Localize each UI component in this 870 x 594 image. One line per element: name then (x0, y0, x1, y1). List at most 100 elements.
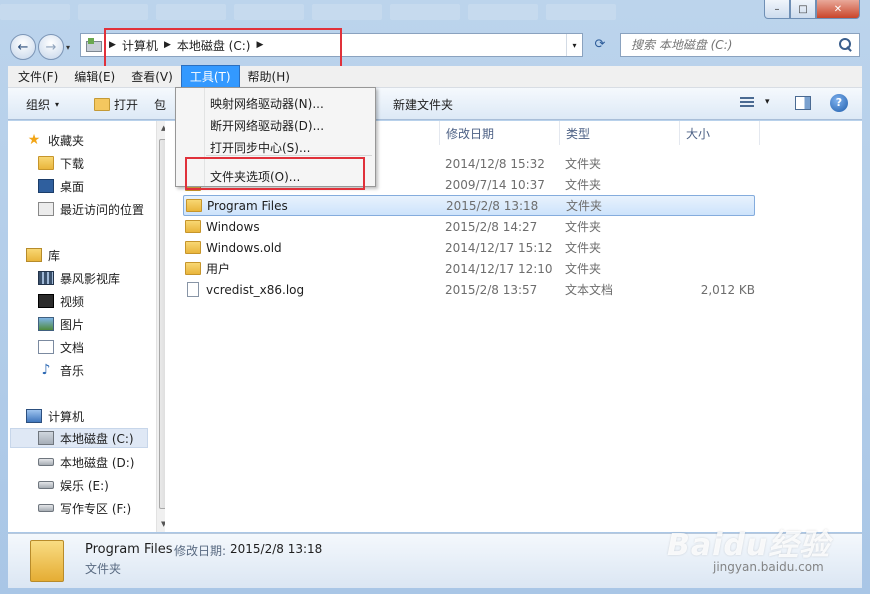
menu-help[interactable]: 帮助(H) (240, 66, 298, 87)
search-input[interactable] (631, 38, 831, 52)
file-type: 文件夹 (566, 199, 603, 213)
navigation-bar: ← → ▾ ▶ 计算机 ▶ 本地磁盘 (C:) ▶ ▾ ⟳ (0, 28, 870, 64)
command-bar: 组织 ▾ 打开 包 新建文件夹 ▾ ? (8, 88, 862, 120)
details-name: Program Files (85, 542, 173, 557)
library-icon (26, 248, 42, 262)
sidebar-favorites[interactable]: ★ 收藏夹 (26, 130, 166, 150)
breadcrumb-computer[interactable]: 计算机 (122, 37, 158, 54)
text-file-icon (187, 282, 199, 297)
folder-icon (30, 540, 64, 582)
include-in-library-button[interactable]: 包 (154, 96, 166, 113)
sidebar-label: 娱乐 (E:) (60, 478, 109, 493)
sidebar-label: 计算机 (48, 409, 85, 424)
file-date: 2015/2/8 13:57 (445, 282, 538, 297)
recent-pages-dropdown[interactable]: ▾ (66, 43, 70, 52)
file-row[interactable]: 用户 2014/12/17 12:10 文件夹 (183, 258, 755, 279)
minimize-button[interactable]: – (764, 0, 790, 19)
new-folder-label: 新建文件夹 (393, 98, 454, 112)
film-icon (38, 294, 54, 308)
chevron-down-icon[interactable]: ▾ (765, 97, 770, 107)
preview-pane-icon[interactable] (795, 96, 811, 110)
close-button[interactable]: ✕ (816, 0, 860, 19)
file-date: 2014/12/8 15:32 (445, 156, 545, 171)
file-size: 2,012 KB (700, 282, 755, 297)
folder-icon (185, 262, 201, 275)
organize-button[interactable]: 组织 ▾ (26, 96, 59, 113)
help-icon[interactable]: ? (830, 94, 848, 112)
file-row-program-files[interactable]: Program Files 2015/2/8 13:18 文件夹 (183, 195, 755, 216)
menu-tools[interactable]: 工具(T) (180, 65, 240, 88)
file-date: 2014/12/17 15:12 (445, 240, 553, 255)
include-label: 包 (154, 98, 167, 112)
system-drive-icon (38, 431, 54, 445)
sidebar-label: 最近访问的位置 (60, 202, 145, 217)
hard-drive-icon (38, 481, 54, 489)
file-type: 文件夹 (565, 220, 602, 234)
details-date: 2015/2/8 13:18 (230, 542, 323, 556)
file-name: Windows.old (206, 240, 282, 255)
maximize-button[interactable]: □ (790, 0, 816, 19)
breadcrumb-arrow-icon[interactable]: ▶ (256, 40, 263, 50)
menu-view[interactable]: 查看(V) (123, 66, 181, 87)
ghost-tab (468, 4, 538, 20)
open-folder-icon (94, 98, 110, 111)
menu-file[interactable]: 文件(F) (10, 66, 66, 87)
refresh-button[interactable]: ⟳ (590, 37, 610, 55)
file-name: 用户 (206, 262, 231, 276)
sidebar-label: 本地磁盘 (D:) (60, 455, 135, 470)
sidebar-libraries[interactable]: 库 (26, 245, 166, 265)
search-box[interactable] (620, 33, 860, 57)
sidebar-label: 写作专区 (F:) (60, 501, 132, 516)
menu-edit[interactable]: 编辑(E) (66, 66, 123, 87)
menu-item-folder-options[interactable]: 文件夹选项(O)... (210, 168, 300, 185)
column-header-type[interactable]: 类型 (560, 121, 680, 145)
picture-icon (38, 317, 54, 331)
file-row[interactable]: Windows.old 2014/12/17 15:12 文件夹 (183, 237, 755, 258)
folder-icon (186, 199, 202, 212)
menu-item-open-sync-center[interactable]: 打开同步中心(S)... (210, 139, 310, 156)
column-label: 修改日期 (446, 126, 495, 141)
file-row[interactable]: Windows 2015/2/8 14:27 文件夹 (183, 216, 755, 237)
column-header-date[interactable]: 修改日期 (440, 121, 560, 145)
folder-icon (185, 220, 201, 233)
new-folder-button[interactable]: 新建文件夹 (393, 96, 453, 113)
address-history-dropdown[interactable]: ▾ (566, 34, 582, 56)
video-library-icon (38, 271, 54, 285)
ghost-tab (234, 4, 304, 20)
file-date: 2015/2/8 14:27 (445, 219, 538, 234)
chevron-down-icon: ▾ (55, 100, 60, 109)
back-button[interactable]: ← (10, 34, 36, 60)
sidebar-computer[interactable]: 计算机 (26, 406, 166, 426)
breadcrumb-arrow-icon[interactable]: ▶ (109, 40, 116, 50)
baidu-watermark: Baidu经验 jingyan.baidu.com (667, 520, 867, 590)
title-bar: – □ ✕ (0, 0, 870, 28)
desktop-icon (38, 179, 54, 193)
search-icon[interactable] (839, 38, 853, 52)
address-bar[interactable]: ▶ 计算机 ▶ 本地磁盘 (C:) ▶ ▾ (80, 33, 583, 57)
view-options-icon[interactable] (740, 97, 754, 109)
file-date: 2014/12/17 12:10 (445, 261, 553, 276)
sidebar-label: 音乐 (60, 363, 85, 378)
menu-bar: 文件(F) 编辑(E) 查看(V) 工具(T) 帮助(H) (8, 65, 862, 88)
file-type: 文本文档 (565, 283, 614, 297)
file-name: Program Files (207, 198, 288, 213)
open-button[interactable]: 打开 (94, 96, 138, 113)
file-type: 文件夹 (565, 178, 602, 192)
document-icon (38, 340, 54, 354)
file-type: 文件夹 (565, 157, 602, 171)
sidebar-label: 图片 (60, 317, 85, 332)
sidebar-item-local-disk-c[interactable]: 本地磁盘 (C:) (10, 428, 148, 448)
star-icon: ★ (27, 132, 41, 148)
file-name: Windows (206, 219, 260, 234)
menu-item-map-network-drive[interactable]: 映射网络驱动器(N)... (210, 95, 324, 112)
breadcrumb-arrow-icon[interactable]: ▶ (164, 40, 171, 50)
file-name: vcredist_x86.log (206, 282, 305, 297)
watermark-url: jingyan.baidu.com (713, 560, 824, 574)
tools-dropdown-menu: 映射网络驱动器(N)... 断开网络驱动器(D)... 打开同步中心(S)...… (175, 87, 376, 187)
breadcrumb-local-disk-c[interactable]: 本地磁盘 (C:) (177, 37, 251, 54)
column-header-size[interactable]: 大小 (680, 121, 760, 145)
menu-item-disconnect-network-drive[interactable]: 断开网络驱动器(D)... (210, 117, 324, 134)
forward-button[interactable]: → (38, 34, 64, 60)
ghost-tab (0, 4, 70, 20)
file-row[interactable]: vcredist_x86.log 2015/2/8 13:57 文本文档 2,0… (183, 279, 755, 300)
